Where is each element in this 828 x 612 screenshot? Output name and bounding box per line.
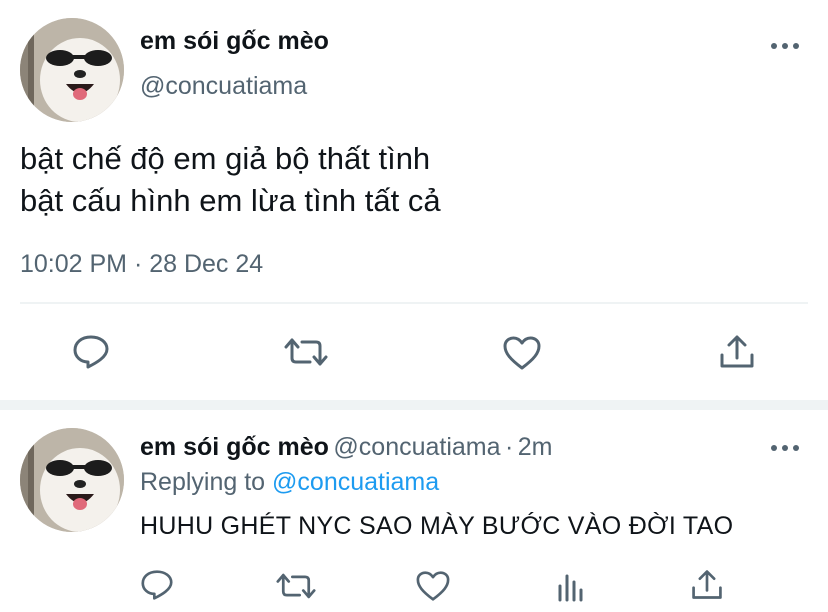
tweet-text-line: bật chế độ em giả bộ thất tình (20, 141, 431, 176)
reply-header: em sói gốc mèo @concuatiama · 2m (140, 433, 553, 462)
display-name[interactable]: em sói gốc mèo (140, 27, 329, 56)
separator-dot: · (505, 433, 514, 461)
analytics-button[interactable] (556, 570, 586, 602)
more-horizontal-icon (771, 445, 799, 451)
more-horizontal-icon (771, 43, 799, 49)
share-icon (692, 570, 722, 599)
like-button[interactable] (415, 570, 451, 602)
heart-icon (416, 571, 450, 601)
analytics-icon (558, 574, 583, 602)
share-icon (720, 335, 754, 368)
retweet-button[interactable] (284, 336, 328, 368)
retweet-button[interactable] (276, 571, 316, 601)
display-name[interactable]: em sói gốc mèo (140, 433, 329, 461)
section-divider (0, 400, 828, 410)
tweet-text: bật chế độ em giả bộ thất tình bật cấu h… (20, 138, 441, 222)
tweet-timestamp[interactable]: 10:02 PM · 28 Dec 24 (20, 250, 263, 279)
like-button[interactable] (502, 335, 542, 371)
more-options-button[interactable] (768, 438, 802, 458)
retweet-icon (276, 573, 316, 599)
reply-icon (141, 570, 173, 600)
share-button[interactable] (690, 568, 724, 602)
avatar[interactable] (20, 428, 124, 532)
reply-button[interactable] (72, 334, 110, 370)
reply-button[interactable] (140, 569, 174, 601)
reply-text: HUHU GHÉT NYC SAO MÀY BƯỚC VÀO ĐỜI TAO (140, 512, 734, 540)
share-button[interactable] (718, 333, 756, 371)
replying-to-label: Replying to (140, 468, 266, 496)
user-handle[interactable]: @concuatiama (140, 72, 307, 101)
replying-to-handle[interactable]: @concuatiama (272, 468, 439, 496)
avatar[interactable] (20, 18, 124, 122)
tweet-age[interactable]: 2m (518, 433, 553, 461)
reply-icon (73, 335, 109, 369)
heart-icon (503, 336, 541, 370)
tweet-text-line: bật cấu hình em lừa tình tất cả (20, 183, 441, 218)
divider (20, 302, 808, 304)
retweet-icon (284, 338, 328, 366)
more-options-button[interactable] (768, 36, 802, 56)
user-handle[interactable]: @concuatiama (333, 433, 500, 461)
replying-to: Replying to @concuatiama (140, 468, 439, 497)
